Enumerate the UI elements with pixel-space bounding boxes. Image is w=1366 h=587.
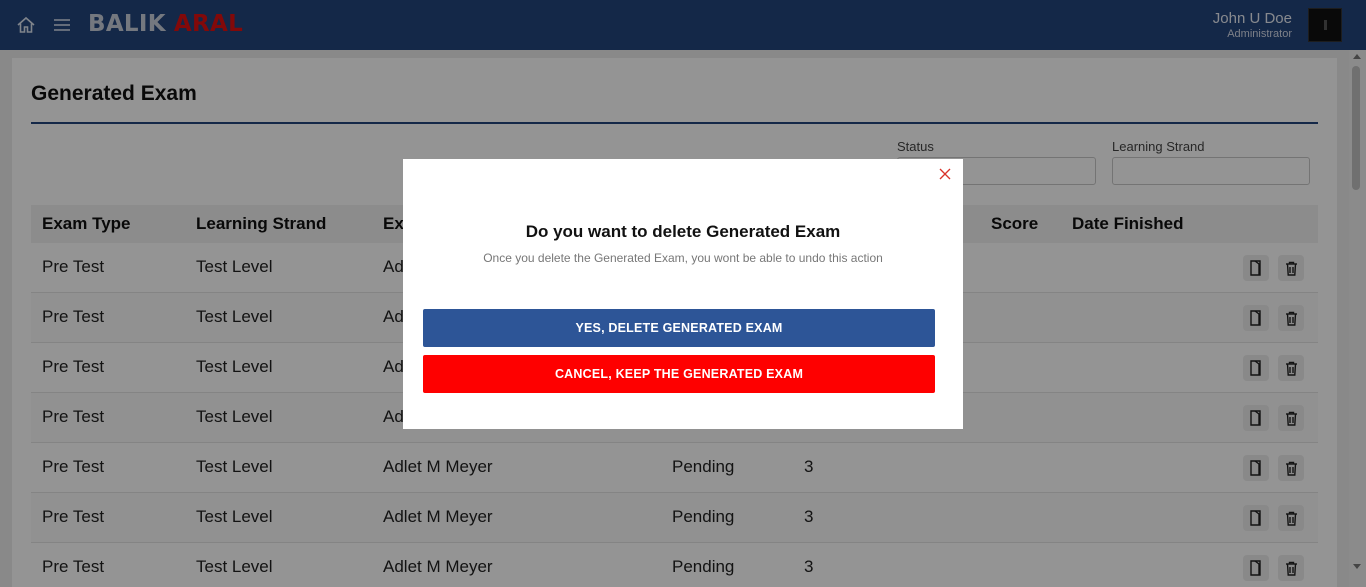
dialog-subtitle: Once you delete the Generated Exam, you … [483,251,883,265]
dialog-title: Do you want to delete Generated Exam [525,222,841,241]
confirm-delete-button[interactable]: YES, DELETE GENERATED EXAM [423,309,935,347]
close-icon[interactable] [938,166,952,180]
cancel-button[interactable]: CANCEL, KEEP THE GENERATED EXAM [423,355,935,393]
delete-confirm-dialog: Do you want to delete Generated Exam Onc… [403,159,963,429]
